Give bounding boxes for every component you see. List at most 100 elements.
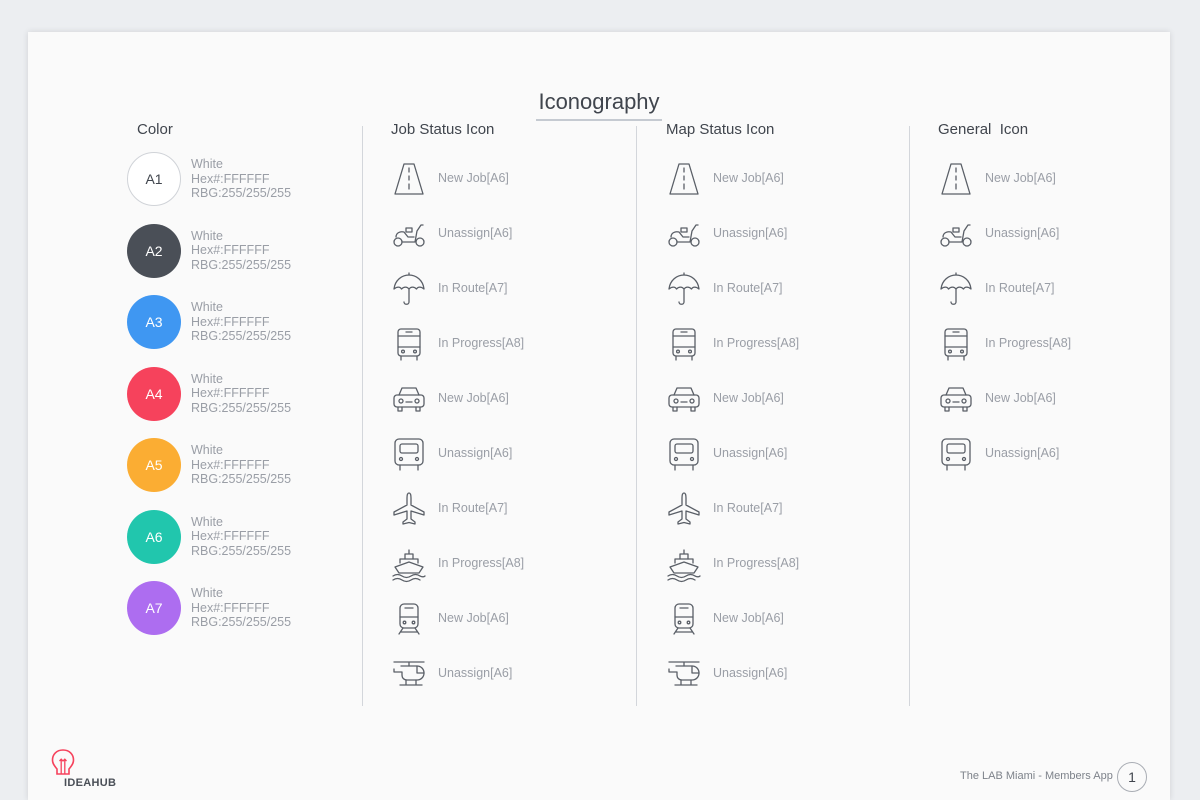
icon-list-item: New Job[A6] [390,380,630,420]
icon-list-item: In Route[A7] [390,490,630,530]
color-swatch-info: White Hex#:FFFFFF RBG:255/255/255 [191,157,291,201]
color-swatch-row-a7: A7 White Hex#:FFFFFF RBG:255/255/255 [127,581,367,637]
icon-status-label: Unassign[A6] [985,446,1060,460]
truck-icon [665,435,703,473]
icon-status-label: New Job[A6] [438,611,509,625]
icon-status-label: New Job[A6] [438,391,509,405]
icon-list-item: In Route[A7] [390,270,630,310]
icon-list-item: New Job[A6] [937,380,1177,420]
car-icon [665,380,703,418]
icon-status-label: In Route[A7] [713,501,783,515]
title-wrapper: Iconography [28,89,1170,121]
helicopter-icon [665,655,703,693]
color-rgb-value: RBG:255/255/255 [191,543,292,558]
icon-list-item: In Progress[A8] [665,325,905,365]
color-swatch-info: White Hex#:FFFFFF RBG:255/255/255 [191,586,291,630]
icon-status-label: New Job[A6] [985,391,1056,405]
lightbulb-glass [51,749,75,775]
icon-list-item: New Job[A6] [665,600,905,640]
color-name: White [191,371,223,386]
icon-list-item: New Job[A6] [390,600,630,640]
color-hex-value: Hex#:FFFFFF [191,386,270,401]
color-name: White [191,514,223,529]
icon-list-item: New Job[A6] [665,380,905,420]
car-icon [390,380,428,418]
icon-list-item: Unassign[A6] [937,215,1177,255]
color-name: White [191,228,223,243]
icon-list-item: Unassign[A6] [665,435,905,475]
icon-status-label: New Job[A6] [713,391,784,405]
icon-list-item: In Route[A7] [665,270,905,310]
icon-status-label: In Progress[A8] [713,556,800,570]
color-swatch-circle: A7 [127,581,181,635]
color-hex-value: Hex#:FFFFFF [191,457,270,472]
icon-status-label: Unassign[A6] [985,226,1060,240]
color-swatch-info: White Hex#:FFFFFF RBG:255/255/255 [191,443,291,487]
icon-list-item: New Job[A6] [937,160,1177,200]
road-icon [665,160,703,198]
color-swatch-circle: A6 [127,509,181,564]
color-hex-value: Hex#:FFFFFF [191,314,270,329]
color-rgb-value: RBG:255/255/255 [191,257,292,272]
color-name: White [191,586,223,600]
umbrella-icon [390,270,428,308]
icon-list-item: Unassign[A6] [390,655,630,695]
icon-status-label: New Job[A6] [713,611,784,625]
icon-status-label: Unassign[A6] [438,226,513,240]
general-column-heading: General Icon [938,121,1029,138]
lightbulb-filament [59,758,67,774]
road-icon [390,160,428,198]
color-swatch-row-a3: A3 White Hex#:FFFFFF RBG:255/255/255 [127,295,367,351]
icon-status-label: In Route[A7] [438,281,508,295]
color-swatch-info: White Hex#:FFFFFF RBG:255/255/255 [191,515,291,559]
icon-status-label: Unassign[A6] [438,666,513,680]
color-hex-value: Hex#:FFFFFF [191,171,270,186]
icon-status-label: In Route[A7] [438,501,508,515]
color-swatch-row-a1: A1 White Hex#:FFFFFF RBG:255/255/255 [127,152,367,208]
color-rgb-value: RBG:255/255/255 [191,472,292,487]
icon-list-item: In Progress[A8] [665,545,905,585]
icon-status-label: New Job[A6] [438,171,509,185]
color-swatch-row-a6: A6 White Hex#:FFFFFF RBG:255/255/255 [127,509,367,566]
logo-text: IDEAHUB [64,777,117,789]
ship-icon [665,545,703,583]
icon-status-label: Unassign[A6] [713,666,788,680]
airplane-icon [665,490,703,528]
icon-list-item: In Progress[A8] [937,325,1177,365]
color-rgb-value: RBG:255/255/255 [191,400,292,415]
color-hex-value: Hex#:FFFFFF [191,600,270,615]
icon-status-label: In Route[A7] [985,281,1055,295]
icon-list-item: Unassign[A6] [937,435,1177,475]
icon-list-item: Unassign[A6] [665,655,905,695]
color-swatch-row-a2: A2 White Hex#:FFFFFF RBG:255/255/255 [127,223,367,280]
icon-status-label: In Progress[A8] [438,336,525,350]
ship-icon [390,545,428,583]
color-name: White [191,300,223,314]
umbrella-icon [937,270,975,308]
column-divider-3 [909,126,910,706]
bus-icon [665,325,703,363]
icon-list-item: In Route[A7] [937,270,1177,310]
color-swatch-info: White Hex#:FFFFFF RBG:255/255/255 [191,372,291,416]
icon-status-label: In Route[A7] [713,281,783,295]
icon-list-item: New Job[A6] [665,160,905,200]
umbrella-icon [665,270,703,308]
color-swatch-circle: A1 [127,152,181,206]
color-hex-value: Hex#:FFFFFF [191,529,270,544]
color-rgb-value: RBG:255/255/255 [191,329,292,344]
icon-status-label: Unassign[A6] [713,226,788,240]
color-rgb-value: RBG:255/255/255 [191,615,292,630]
scooter-icon [937,215,975,253]
color-column-heading: Color [137,121,173,138]
icon-list-item: In Progress[A8] [390,325,630,365]
icon-status-label: In Progress[A8] [438,556,525,570]
color-swatch-circle: A4 [127,366,181,421]
page-title: Iconography [536,89,662,121]
color-swatch-info: White Hex#:FFFFFF RBG:255/255/255 [191,300,291,344]
color-swatch-row-a5: A5 White Hex#:FFFFFF RBG:255/255/255 [127,438,367,494]
icon-status-label: In Progress[A8] [713,336,800,350]
icon-status-label: Unassign[A6] [713,446,788,460]
scooter-icon [390,215,428,253]
car-icon [937,380,975,418]
page-number: 1 [1117,762,1147,792]
